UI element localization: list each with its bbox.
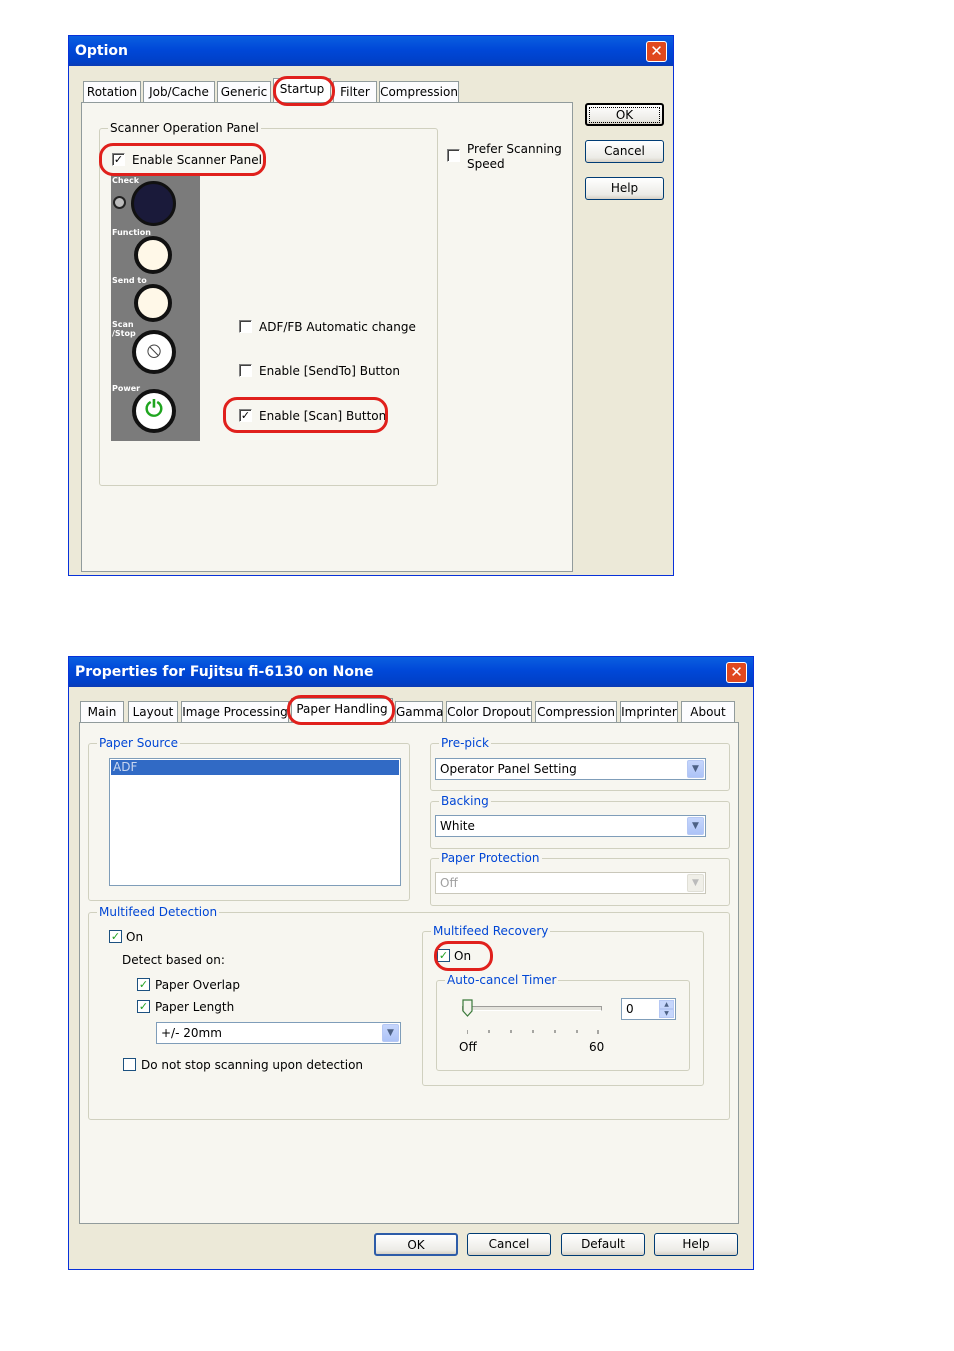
panel-label-power: Power [112,384,141,393]
cancel-button[interactable]: Cancel [585,140,664,163]
option-dialog: Option ✕ Rotation Job/Cache Generic Star… [68,35,674,576]
tab-image-processing[interactable]: Image Processing [181,701,289,723]
default-button[interactable]: Default [561,1233,645,1256]
help-button[interactable]: Help [654,1233,738,1256]
paper-overlap-label: Paper Overlap [155,978,240,992]
adf-fb-auto-change-checkbox[interactable] [239,320,252,333]
length-tolerance-value: +/- 20mm [161,1026,222,1040]
option-title-bar[interactable]: Option [69,36,673,66]
detect-based-on-label: Detect based on: [122,953,225,967]
auto-cancel-slider-thumb[interactable] [462,999,473,1017]
auto-cancel-value[interactable]: 0 [626,1002,634,1016]
highlight-enable-scan [223,397,388,433]
auto-cancel-spinner[interactable]: 0 ▲ ▼ [621,998,676,1020]
backing-select[interactable]: White ▼ [435,815,706,837]
paper-source-item-adf[interactable]: ADF [111,760,399,775]
properties-dialog: Properties for Fujitsu fi-6130 on None ✕… [68,656,754,1270]
multifeed-detection-label: Multifeed Detection [97,905,220,919]
do-not-stop-label: Do not stop scanning upon detection [141,1058,364,1072]
scanner-operation-panel-label: Scanner Operation Panel [108,121,261,135]
tab-compression[interactable]: Compression [535,701,617,723]
paper-protection-label: Paper Protection [439,851,542,865]
tab-main[interactable]: Main [80,701,124,723]
slider-min-label: Off [459,1040,477,1054]
check-indicator-icon [113,196,126,209]
multifeed-on-label: On [126,930,144,944]
ok-button[interactable]: OK [585,103,664,126]
pre-pick-value: Operator Panel Setting [440,762,577,776]
help-button[interactable]: Help [585,177,664,200]
panel-label-scan-stop: Scan/Stop [112,320,136,338]
backing-label: Backing [439,794,491,808]
highlight-enable-scanner-panel [99,143,266,176]
enable-sendto-checkbox[interactable] [239,364,252,377]
chevron-down-icon[interactable]: ▼ [687,817,704,835]
multifeed-on-checkbox[interactable]: ✓ [109,930,122,943]
spin-down-icon[interactable]: ▼ [659,1009,674,1018]
ok-button[interactable]: OK [374,1233,458,1256]
power-button-icon: ⏻ [132,389,176,433]
spin-up-icon[interactable]: ▲ [659,1000,674,1009]
multifeed-recovery-label: Multifeed Recovery [431,924,551,938]
close-icon[interactable]: ✕ [726,662,747,683]
scanner-panel-image: Check Function Send to Scan/Stop ⦸ Power… [111,173,200,441]
ok-button-label: OK [588,107,661,123]
adf-fb-auto-change-label: ADF/FB Automatic change [259,320,416,334]
prefer-scanning-speed-label-1: Prefer Scanning [467,142,562,156]
backing-value: White [440,819,475,833]
paper-protection-select[interactable]: Off ▼ [435,872,706,894]
slider-max-label: 60 [589,1040,605,1054]
tab-about[interactable]: About [681,701,735,723]
enable-sendto-label: Enable [SendTo] Button [259,364,400,378]
slider-ticks [466,1023,599,1034]
close-icon[interactable]: ✕ [646,41,667,62]
prefer-scanning-speed-label-2: Speed [467,157,505,171]
tab-layout[interactable]: Layout [128,701,178,723]
paper-source-list[interactable]: ADF [109,758,401,886]
paper-protection-value: Off [440,876,458,890]
properties-title-bar[interactable]: Properties for Fujitsu fi-6130 on None [69,657,753,687]
tab-gamma[interactable]: Gamma [395,701,443,723]
properties-tab-strip: Main Layout Image Processing Paper Handl… [80,698,740,723]
panel-label-function: Function [112,228,151,237]
paper-overlap-checkbox[interactable]: ✓ [137,978,150,991]
highlight-paper-handling-tab [287,695,395,725]
pre-pick-select[interactable]: Operator Panel Setting ▼ [435,758,706,780]
cancel-button[interactable]: Cancel [467,1233,551,1256]
do-not-stop-checkbox[interactable] [123,1058,136,1071]
auto-cancel-timer-label: Auto-cancel Timer [445,973,559,987]
paper-source-label: Paper Source [97,736,181,750]
paper-length-checkbox[interactable]: ✓ [137,1000,150,1013]
auto-cancel-slider-track[interactable] [462,1006,602,1011]
chevron-down-icon: ▼ [687,874,704,892]
chevron-down-icon[interactable]: ▼ [687,760,704,778]
tab-rotation[interactable]: Rotation [83,81,141,103]
check-button-icon [131,181,176,226]
panel-label-check: Check [112,176,140,185]
highlight-recovery-on [434,941,493,971]
panel-label-send-to: Send to [112,276,147,285]
chevron-down-icon[interactable]: ▼ [382,1024,399,1042]
pre-pick-label: Pre-pick [439,736,491,750]
paper-length-label: Paper Length [155,1000,235,1014]
properties-tab-panel: Paper Source ADF Pre-pick Operator Panel… [79,722,739,1224]
tab-color-dropout[interactable]: Color Dropout [446,701,532,723]
function-button-icon [134,236,172,274]
properties-title: Properties for Fujitsu fi-6130 on None [75,664,374,680]
prefer-scanning-speed-checkbox[interactable] [447,149,460,162]
scan-stop-button-icon: ⦸ [132,330,176,374]
option-title: Option [75,43,128,59]
length-tolerance-select[interactable]: +/- 20mm ▼ [156,1022,401,1044]
tab-compression[interactable]: Compression [379,81,459,103]
tab-generic[interactable]: Generic [217,81,271,103]
tab-job-cache[interactable]: Job/Cache [143,81,215,103]
tab-filter[interactable]: Filter [333,81,377,103]
tab-imprinter[interactable]: Imprinter [620,701,678,723]
highlight-startup-tab [273,76,335,106]
send-to-button-icon [134,284,172,322]
